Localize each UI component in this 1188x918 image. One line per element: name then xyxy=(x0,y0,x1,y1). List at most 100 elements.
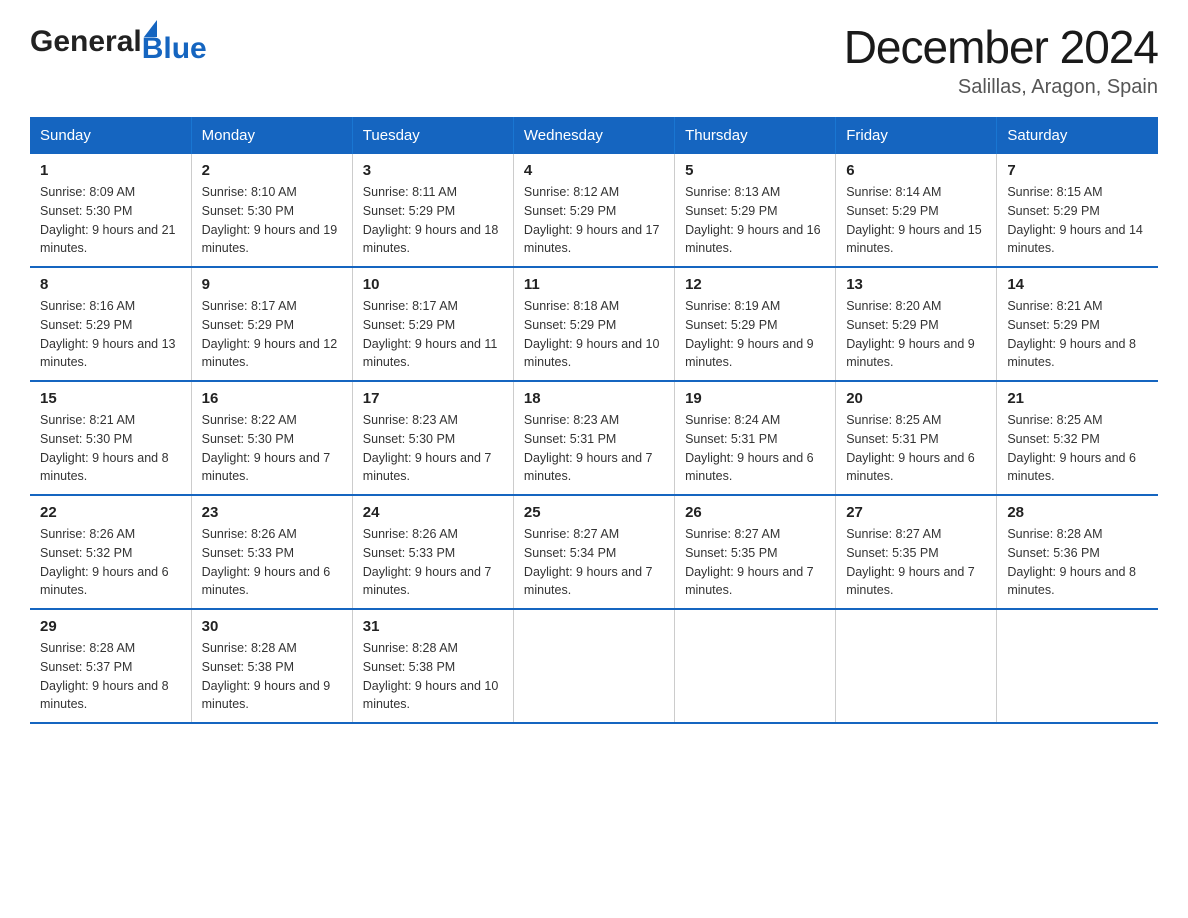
calendar-cell: 2 Sunrise: 8:10 AMSunset: 5:30 PMDaylight… xyxy=(191,154,352,267)
day-info: Sunrise: 8:14 AMSunset: 5:29 PMDaylight:… xyxy=(846,183,986,258)
calendar-cell: 6 Sunrise: 8:14 AMSunset: 5:29 PMDaylight… xyxy=(836,154,997,267)
day-info: Sunrise: 8:26 AMSunset: 5:33 PMDaylight:… xyxy=(202,525,342,600)
calendar-cell: 1Sunrise: 8:09 AMSunset: 5:30 PMDaylight… xyxy=(30,154,191,267)
calendar-table: SundayMondayTuesdayWednesdayThursdayFrid… xyxy=(30,117,1158,724)
calendar-cell: 8Sunrise: 8:16 AMSunset: 5:29 PMDaylight… xyxy=(30,267,191,381)
day-number: 23 xyxy=(202,504,342,521)
day-number: 2 xyxy=(202,162,342,179)
calendar-cell: 29 Sunrise: 8:28 AMSunset: 5:37 PMDayligh… xyxy=(30,609,191,723)
calendar-week-row: 22 Sunrise: 8:26 AMSunset: 5:32 PMDayligh… xyxy=(30,495,1158,609)
month-title: December 2024 xyxy=(844,20,1158,74)
logo-right-section: Blue xyxy=(142,20,207,64)
calendar-cell: 19 Sunrise: 8:24 AMSunset: 5:31 PMDayligh… xyxy=(675,381,836,495)
day-number: 7 xyxy=(1007,162,1148,179)
calendar-cell: 21 Sunrise: 8:25 AMSunset: 5:32 PMDayligh… xyxy=(997,381,1158,495)
calendar-header: SundayMondayTuesdayWednesdayThursdayFrid… xyxy=(30,117,1158,154)
calendar-cell: 4 Sunrise: 8:12 AMSunset: 5:29 PMDaylight… xyxy=(513,154,674,267)
day-info: Sunrise: 8:27 AMSunset: 5:34 PMDaylight:… xyxy=(524,525,664,600)
day-info: Sunrise: 8:20 AMSunset: 5:29 PMDaylight:… xyxy=(846,297,986,372)
day-number: 26 xyxy=(685,504,825,521)
calendar-cell: 30Sunrise: 8:28 AMSunset: 5:38 PMDayligh… xyxy=(191,609,352,723)
calendar-cell: 11 Sunrise: 8:18 AMSunset: 5:29 PMDayligh… xyxy=(513,267,674,381)
calendar-cell: 26Sunrise: 8:27 AMSunset: 5:35 PMDayligh… xyxy=(675,495,836,609)
calendar-cell: 27 Sunrise: 8:27 AMSunset: 5:35 PMDayligh… xyxy=(836,495,997,609)
day-info: Sunrise: 8:28 AMSunset: 5:37 PMDaylight:… xyxy=(40,639,181,714)
calendar-cell: 13Sunrise: 8:20 AMSunset: 5:29 PMDayligh… xyxy=(836,267,997,381)
day-number: 3 xyxy=(363,162,503,179)
day-number: 25 xyxy=(524,504,664,521)
calendar-cell: 5 Sunrise: 8:13 AMSunset: 5:29 PMDaylight… xyxy=(675,154,836,267)
day-info: Sunrise: 8:12 AMSunset: 5:29 PMDaylight:… xyxy=(524,183,664,258)
calendar-cell xyxy=(513,609,674,723)
calendar-cell: 16 Sunrise: 8:22 AMSunset: 5:30 PMDayligh… xyxy=(191,381,352,495)
day-info: Sunrise: 8:22 AMSunset: 5:30 PMDaylight:… xyxy=(202,411,342,486)
weekday-header-friday: Friday xyxy=(836,117,997,154)
weekday-header-row: SundayMondayTuesdayWednesdayThursdayFrid… xyxy=(30,117,1158,154)
day-number: 5 xyxy=(685,162,825,179)
location-text: Salillas, Aragon, Spain xyxy=(844,76,1158,99)
day-info: Sunrise: 8:21 AMSunset: 5:29 PMDaylight:… xyxy=(1007,297,1148,372)
day-info: Sunrise: 8:26 AMSunset: 5:32 PMDaylight:… xyxy=(40,525,181,600)
calendar-cell: 14 Sunrise: 8:21 AMSunset: 5:29 PMDayligh… xyxy=(997,267,1158,381)
logo: General Blue xyxy=(30,20,207,64)
day-info: Sunrise: 8:19 AMSunset: 5:29 PMDaylight:… xyxy=(685,297,825,372)
day-info: Sunrise: 8:25 AMSunset: 5:32 PMDaylight:… xyxy=(1007,411,1148,486)
day-info: Sunrise: 8:18 AMSunset: 5:29 PMDaylight:… xyxy=(524,297,664,372)
day-number: 21 xyxy=(1007,390,1148,407)
day-info: Sunrise: 8:26 AMSunset: 5:33 PMDaylight:… xyxy=(363,525,503,600)
day-info: Sunrise: 8:16 AMSunset: 5:29 PMDaylight:… xyxy=(40,297,181,372)
day-info: Sunrise: 8:21 AMSunset: 5:30 PMDaylight:… xyxy=(40,411,181,486)
calendar-cell: 24Sunrise: 8:26 AMSunset: 5:33 PMDayligh… xyxy=(352,495,513,609)
day-info: Sunrise: 8:17 AMSunset: 5:29 PMDaylight:… xyxy=(202,297,342,372)
day-info: Sunrise: 8:10 AMSunset: 5:30 PMDaylight:… xyxy=(202,183,342,258)
day-number: 29 xyxy=(40,618,181,635)
calendar-cell: 28 Sunrise: 8:28 AMSunset: 5:36 PMDayligh… xyxy=(997,495,1158,609)
day-info: Sunrise: 8:13 AMSunset: 5:29 PMDaylight:… xyxy=(685,183,825,258)
day-number: 16 xyxy=(202,390,342,407)
calendar-cell: 25 Sunrise: 8:27 AMSunset: 5:34 PMDayligh… xyxy=(513,495,674,609)
day-info: Sunrise: 8:28 AMSunset: 5:38 PMDaylight:… xyxy=(363,639,503,714)
calendar-cell: 7 Sunrise: 8:15 AMSunset: 5:29 PMDaylight… xyxy=(997,154,1158,267)
day-number: 14 xyxy=(1007,276,1148,293)
calendar-cell xyxy=(675,609,836,723)
calendar-cell: 23 Sunrise: 8:26 AMSunset: 5:33 PMDayligh… xyxy=(191,495,352,609)
calendar-week-row: 1Sunrise: 8:09 AMSunset: 5:30 PMDaylight… xyxy=(30,154,1158,267)
day-number: 19 xyxy=(685,390,825,407)
day-number: 27 xyxy=(846,504,986,521)
day-number: 6 xyxy=(846,162,986,179)
weekday-header-thursday: Thursday xyxy=(675,117,836,154)
logo-blue-text: Blue xyxy=(142,34,207,64)
day-info: Sunrise: 8:28 AMSunset: 5:36 PMDaylight:… xyxy=(1007,525,1148,600)
calendar-cell: 20Sunrise: 8:25 AMSunset: 5:31 PMDayligh… xyxy=(836,381,997,495)
logo-general-text: General xyxy=(30,25,142,59)
calendar-cell: 9 Sunrise: 8:17 AMSunset: 5:29 PMDaylight… xyxy=(191,267,352,381)
weekday-header-wednesday: Wednesday xyxy=(513,117,674,154)
day-number: 17 xyxy=(363,390,503,407)
calendar-cell: 15 Sunrise: 8:21 AMSunset: 5:30 PMDayligh… xyxy=(30,381,191,495)
day-number: 28 xyxy=(1007,504,1148,521)
day-number: 15 xyxy=(40,390,181,407)
weekday-header-tuesday: Tuesday xyxy=(352,117,513,154)
day-info: Sunrise: 8:15 AMSunset: 5:29 PMDaylight:… xyxy=(1007,183,1148,258)
weekday-header-monday: Monday xyxy=(191,117,352,154)
day-number: 22 xyxy=(40,504,181,521)
calendar-cell: 3 Sunrise: 8:11 AMSunset: 5:29 PMDaylight… xyxy=(352,154,513,267)
day-info: Sunrise: 8:27 AMSunset: 5:35 PMDaylight:… xyxy=(846,525,986,600)
day-info: Sunrise: 8:17 AMSunset: 5:29 PMDaylight:… xyxy=(363,297,503,372)
calendar-week-row: 29 Sunrise: 8:28 AMSunset: 5:37 PMDayligh… xyxy=(30,609,1158,723)
calendar-week-row: 8Sunrise: 8:16 AMSunset: 5:29 PMDaylight… xyxy=(30,267,1158,381)
calendar-cell: 18 Sunrise: 8:23 AMSunset: 5:31 PMDayligh… xyxy=(513,381,674,495)
day-number: 9 xyxy=(202,276,342,293)
day-info: Sunrise: 8:23 AMSunset: 5:31 PMDaylight:… xyxy=(524,411,664,486)
day-info: Sunrise: 8:28 AMSunset: 5:38 PMDaylight:… xyxy=(202,639,342,714)
day-number: 11 xyxy=(524,276,664,293)
calendar-cell: 22 Sunrise: 8:26 AMSunset: 5:32 PMDayligh… xyxy=(30,495,191,609)
calendar-cell: 31Sunrise: 8:28 AMSunset: 5:38 PMDayligh… xyxy=(352,609,513,723)
day-number: 18 xyxy=(524,390,664,407)
weekday-header-sunday: Sunday xyxy=(30,117,191,154)
day-info: Sunrise: 8:24 AMSunset: 5:31 PMDaylight:… xyxy=(685,411,825,486)
calendar-week-row: 15 Sunrise: 8:21 AMSunset: 5:30 PMDayligh… xyxy=(30,381,1158,495)
day-number: 12 xyxy=(685,276,825,293)
day-info: Sunrise: 8:11 AMSunset: 5:29 PMDaylight:… xyxy=(363,183,503,258)
day-number: 4 xyxy=(524,162,664,179)
